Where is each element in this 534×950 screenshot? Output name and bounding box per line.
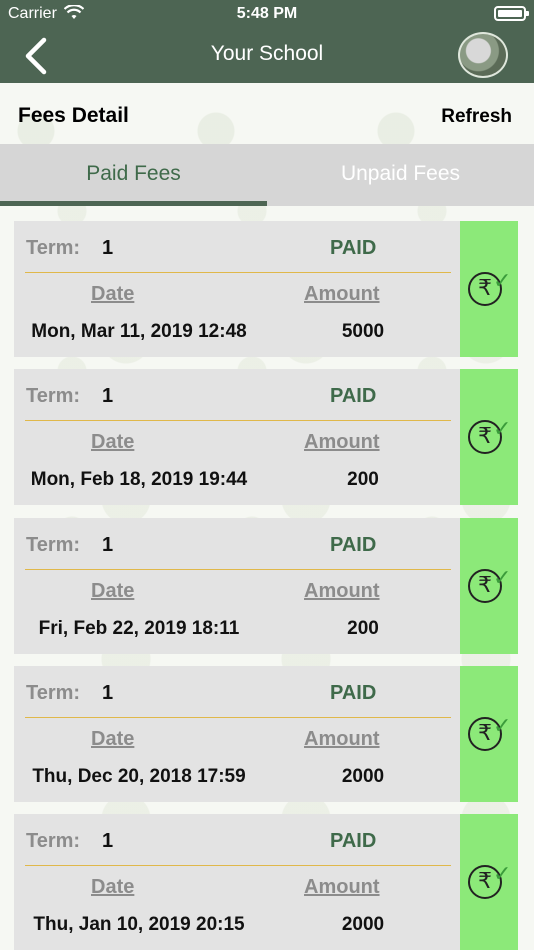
fees-header: Fees Detail Refresh (0, 100, 534, 136)
status-badge: PAID (330, 682, 377, 704)
amount-label: Amount (304, 283, 380, 305)
date-label: Date (91, 728, 135, 750)
term-value: 1 (102, 830, 114, 852)
date-value: Fri, Feb 22, 2019 18:11 (38, 618, 240, 639)
amount-value: 5000 (341, 321, 385, 342)
status-badge: PAID (330, 385, 377, 407)
paid-indicator: ₹ ✓ (460, 666, 518, 802)
term-label: Term: (26, 237, 81, 259)
amount-label: Amount (304, 431, 380, 453)
check-icon: ✓ (493, 862, 512, 887)
amount-label: Amount (304, 728, 380, 750)
avatar[interactable] (458, 32, 508, 78)
check-icon: ✓ (493, 714, 512, 739)
payment-card[interactable]: Term: 1 PAID Date Amount Mon, Feb 18, 20… (14, 369, 518, 505)
date-label: Date (91, 876, 135, 898)
term-value: 1 (102, 237, 114, 259)
amount-label: Amount (304, 876, 380, 898)
payment-card[interactable]: Term: 1 PAID Date Amount Thu, Dec 20, 20… (14, 666, 518, 802)
paid-indicator: ₹ ✓ (460, 221, 518, 357)
status-badge: PAID (330, 534, 377, 556)
term-label: Term: (26, 534, 81, 556)
payment-card[interactable]: Term: 1 PAID Date Amount Fri, Feb 22, 20… (14, 518, 518, 654)
date-label: Date (91, 431, 135, 453)
payment-card[interactable]: Term: 1 PAID Date Amount Mon, Mar 11, 20… (14, 221, 518, 357)
term-value: 1 (102, 682, 114, 704)
page-title: Fees Detail (18, 104, 129, 127)
check-icon: ✓ (493, 566, 512, 591)
nav-bar: Your School (0, 28, 534, 83)
tab-unpaid-fees[interactable]: Unpaid Fees (267, 144, 534, 206)
paid-indicator: ₹ ✓ (460, 814, 518, 950)
date-value: Mon, Mar 11, 2019 12:48 (31, 321, 247, 342)
divider (25, 272, 451, 273)
status-bar: Carrier 5:48 PM (0, 0, 534, 28)
date-label: Date (91, 283, 135, 305)
term-label: Term: (26, 830, 81, 852)
amount-value: 200 (347, 618, 379, 639)
term-label: Term: (26, 385, 81, 407)
term-value: 1 (102, 534, 114, 556)
amount-label: Amount (304, 580, 380, 602)
divider (25, 569, 451, 570)
battery-icon (494, 6, 529, 21)
paid-indicator: ₹ ✓ (460, 369, 518, 505)
status-badge: PAID (330, 237, 377, 259)
refresh-button[interactable]: Refresh (441, 106, 512, 128)
payment-card[interactable]: Term: 1 PAID Date Amount Thu, Jan 10, 20… (14, 814, 518, 950)
fees-tabs: Paid Fees Unpaid Fees (0, 144, 534, 206)
check-icon: ✓ (493, 269, 512, 294)
status-time: 5:48 PM (236, 5, 298, 22)
status-badge: PAID (330, 830, 377, 852)
amount-value: 2000 (341, 766, 385, 787)
date-label: Date (91, 580, 135, 602)
date-value: Thu, Dec 20, 2018 17:59 (32, 766, 246, 787)
amount-value: 2000 (341, 914, 385, 935)
tab-paid-fees[interactable]: Paid Fees (0, 144, 267, 206)
term-label: Term: (26, 682, 81, 704)
payments-list: Term: 1 PAID Date Amount Mon, Mar 11, 20… (0, 206, 534, 950)
date-value: Thu, Jan 10, 2019 20:15 (33, 914, 245, 935)
amount-value: 200 (347, 469, 379, 490)
divider (25, 865, 451, 866)
paid-indicator: ₹ ✓ (460, 518, 518, 654)
date-value: Mon, Feb 18, 2019 19:44 (30, 469, 248, 490)
term-value: 1 (102, 385, 114, 407)
divider (25, 420, 451, 421)
divider (25, 717, 451, 718)
nav-title: Your School (210, 42, 324, 65)
check-icon: ✓ (493, 417, 512, 442)
